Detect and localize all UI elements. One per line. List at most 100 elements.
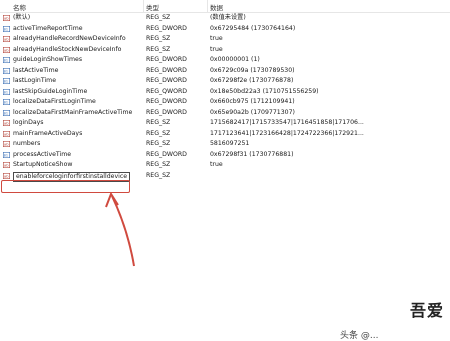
value-name: lastSkipGuideLoginTime: [13, 87, 88, 95]
value-name: lastActiveTime: [13, 66, 59, 74]
registry-value-row[interactable]: ab (默认) REG_SZ (数值未设置): [0, 13, 450, 24]
string-value-icon: ab: [3, 141, 10, 147]
string-value-icon: ab: [3, 120, 10, 126]
binary-value-icon: 01: [3, 151, 10, 158]
string-value-icon: ab: [3, 46, 10, 53]
value-data: true: [210, 35, 223, 42]
value-type: REG_DWORD: [146, 66, 187, 74]
registry-value-row[interactable]: 01 lastLoginTime REG_DWORD 0x67298f2e (1730…: [0, 76, 450, 87]
registry-value-row[interactable]: ab mainFrameActiveDays REG_SZ 1717123641|17…: [0, 129, 450, 140]
value-type: REG_DWORD: [146, 56, 187, 63]
registry-value-row[interactable]: 01 guideLoginShowTimes REG_DWORD 0x00000001…: [0, 55, 450, 66]
svg-text:01: 01: [4, 27, 8, 31]
value-name: loginDays: [13, 119, 44, 126]
svg-text:ab: ab: [4, 17, 9, 21]
value-type: REG_SZ: [146, 119, 171, 126]
value-name: StartupNoticeShow: [13, 161, 73, 168]
value-data: 0x67295484 (1730764164): [210, 24, 296, 32]
value-type: REG_SZ: [146, 171, 171, 179]
column-data-header[interactable]: 数据: [210, 2, 223, 12]
value-name: lastLoginTime: [13, 77, 56, 84]
value-data: 0x67298f2e (1730776878): [210, 77, 294, 84]
binary-value-icon: 01: [3, 78, 10, 84]
value-type: REG_QWORD: [146, 87, 188, 95]
registry-value-row[interactable]: ab StartupNoticeShow REG_SZ true: [0, 160, 450, 171]
value-data: 5816097251: [210, 140, 250, 147]
value-name: processActiveTime: [13, 150, 72, 158]
registry-value-row[interactable]: 01 lastActiveTime REG_DWORD 0x6729c09a (173…: [0, 66, 450, 77]
registry-value-row[interactable]: 01 localizeDataFirstMainFrameActiveTime RE…: [0, 108, 450, 119]
string-value-icon: ab: [3, 172, 10, 179]
binary-value-icon: 01: [3, 99, 10, 105]
svg-text:ab: ab: [4, 132, 9, 136]
svg-text:01: 01: [4, 80, 8, 84]
registry-value-row[interactable]: 01 activeTimeReportTime REG_DWORD 0x6729548…: [0, 24, 450, 35]
registry-value-row[interactable]: 01 localizeDataFirstLoginTime REG_DWORD 0x6…: [0, 97, 450, 108]
binary-value-icon: 01: [3, 67, 10, 74]
registry-value-row[interactable]: ab loginDays REG_SZ 1715682417|1715733547|1…: [0, 118, 450, 129]
svg-text:01: 01: [4, 59, 8, 63]
value-data: 0x18e50bd22a3 (1710751556259): [210, 87, 319, 95]
binary-value-icon: 01: [3, 88, 10, 95]
value-data: 0x660cb975 (1712109941): [210, 98, 295, 105]
value-name: alreadyHandleRecordNewDeviceInfo: [13, 35, 126, 42]
registry-value-row[interactable]: 01 lastSkipGuideLoginTime REG_QWORD 0x18e50…: [0, 87, 450, 98]
registry-value-row[interactable]: ab numbers REG_SZ 5816097251: [0, 139, 450, 150]
binary-value-icon: 01: [3, 57, 10, 63]
value-type: REG_SZ: [146, 45, 171, 53]
string-value-icon: ab: [3, 15, 10, 21]
value-type: REG_DWORD: [146, 108, 187, 116]
value-data: 0x67298f31 (1730776881): [210, 150, 294, 158]
value-data: 1717123641|1723166428|1724722366|172921.…: [210, 129, 364, 137]
registry-value-row[interactable]: ab alreadyHandleStockNewDeviceInfo REG_SZ t…: [0, 45, 450, 56]
svg-text:ab: ab: [4, 38, 9, 42]
value-name: alreadyHandleStockNewDeviceInfo: [13, 45, 122, 53]
column-divider[interactable]: [143, 0, 144, 12]
svg-text:01: 01: [4, 101, 8, 105]
value-type: REG_DWORD: [146, 150, 187, 158]
svg-text:ab: ab: [4, 48, 9, 52]
value-type: REG_SZ: [146, 161, 171, 168]
svg-text:ab: ab: [4, 164, 9, 168]
column-name-header[interactable]: 名称: [13, 2, 26, 12]
svg-text:ab: ab: [4, 174, 9, 178]
svg-text:ab: ab: [4, 122, 9, 126]
string-value-icon: ab: [3, 130, 10, 137]
value-data: 0x00000001 (1): [210, 56, 260, 63]
watermark-subtext: 头条 @...: [340, 331, 379, 341]
highlight-box: [1, 180, 130, 193]
svg-text:01: 01: [4, 90, 8, 94]
column-type-header[interactable]: 类型: [146, 2, 159, 12]
string-value-icon: ab: [3, 36, 10, 42]
value-data: 0x6729c09a (1730789530): [210, 66, 295, 74]
value-name: mainFrameActiveDays: [13, 129, 83, 137]
value-data: 0x65e90a2b (1709771307): [210, 108, 295, 116]
value-data: true: [210, 45, 223, 53]
registry-value-row[interactable]: ab alreadyHandleRecordNewDeviceInfo REG_SZ…: [0, 34, 450, 45]
registry-value-row[interactable]: 01 processActiveTime REG_DWORD 0x67298f31 (…: [0, 150, 450, 161]
value-type: REG_DWORD: [146, 24, 187, 32]
value-name: activeTimeReportTime: [13, 24, 83, 32]
value-data: 1715682417|1715733547|1716451858|171706.…: [210, 119, 364, 126]
value-type: REG_SZ: [146, 129, 171, 137]
column-header: 名称 类型 数据: [0, 0, 450, 13]
value-type: REG_SZ: [146, 140, 171, 147]
binary-value-icon: 01: [3, 109, 10, 116]
watermark-text: 吾爱: [409, 301, 444, 320]
value-name: guideLoginShowTimes: [13, 56, 83, 63]
value-type: REG_DWORD: [146, 98, 187, 105]
registry-value-list: ab (默认) REG_SZ (数值未设置) 01 activeTimeReportTim…: [0, 13, 450, 182]
binary-value-icon: 01: [3, 25, 10, 32]
value-data: true: [210, 161, 223, 168]
value-type: REG_SZ: [146, 14, 171, 21]
value-name: (默认): [13, 14, 31, 21]
value-name: numbers: [13, 140, 41, 147]
value-name: localizeDataFirstMainFrameActiveTime: [13, 108, 133, 116]
value-data: (数值未设置): [210, 14, 246, 21]
svg-text:01: 01: [4, 69, 8, 73]
svg-text:01: 01: [4, 153, 8, 157]
value-type: REG_DWORD: [146, 77, 187, 84]
value-name: localizeDataFirstLoginTime: [13, 98, 96, 105]
svg-text:ab: ab: [4, 143, 9, 147]
column-divider[interactable]: [207, 0, 208, 12]
